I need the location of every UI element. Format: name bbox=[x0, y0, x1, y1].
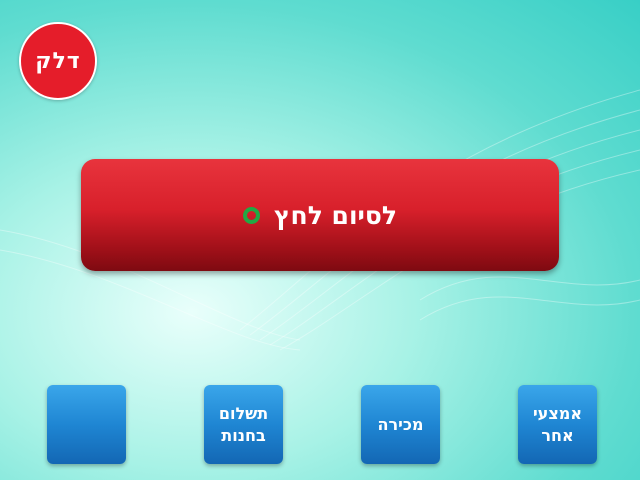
pay-in-store-button[interactable]: תשלום בחנות bbox=[204, 385, 283, 464]
brand-logo: דלק bbox=[19, 22, 97, 100]
blank-button[interactable] bbox=[47, 385, 126, 464]
finish-button[interactable]: לסיום לחץ bbox=[81, 159, 559, 271]
finish-button-content: לסיום לחץ bbox=[243, 201, 397, 230]
other-means-label: אמצעי אחר bbox=[532, 403, 583, 445]
finish-button-label: לסיום לחץ bbox=[274, 200, 397, 230]
other-means-button[interactable]: אמצעי אחר bbox=[518, 385, 597, 464]
sale-button[interactable]: מכירה bbox=[361, 385, 440, 464]
sale-label: מכירה bbox=[377, 414, 424, 434]
brand-logo-text: דלק bbox=[35, 48, 81, 74]
ring-icon bbox=[243, 206, 260, 224]
pay-in-store-label: תשלום בחנות bbox=[218, 403, 269, 445]
